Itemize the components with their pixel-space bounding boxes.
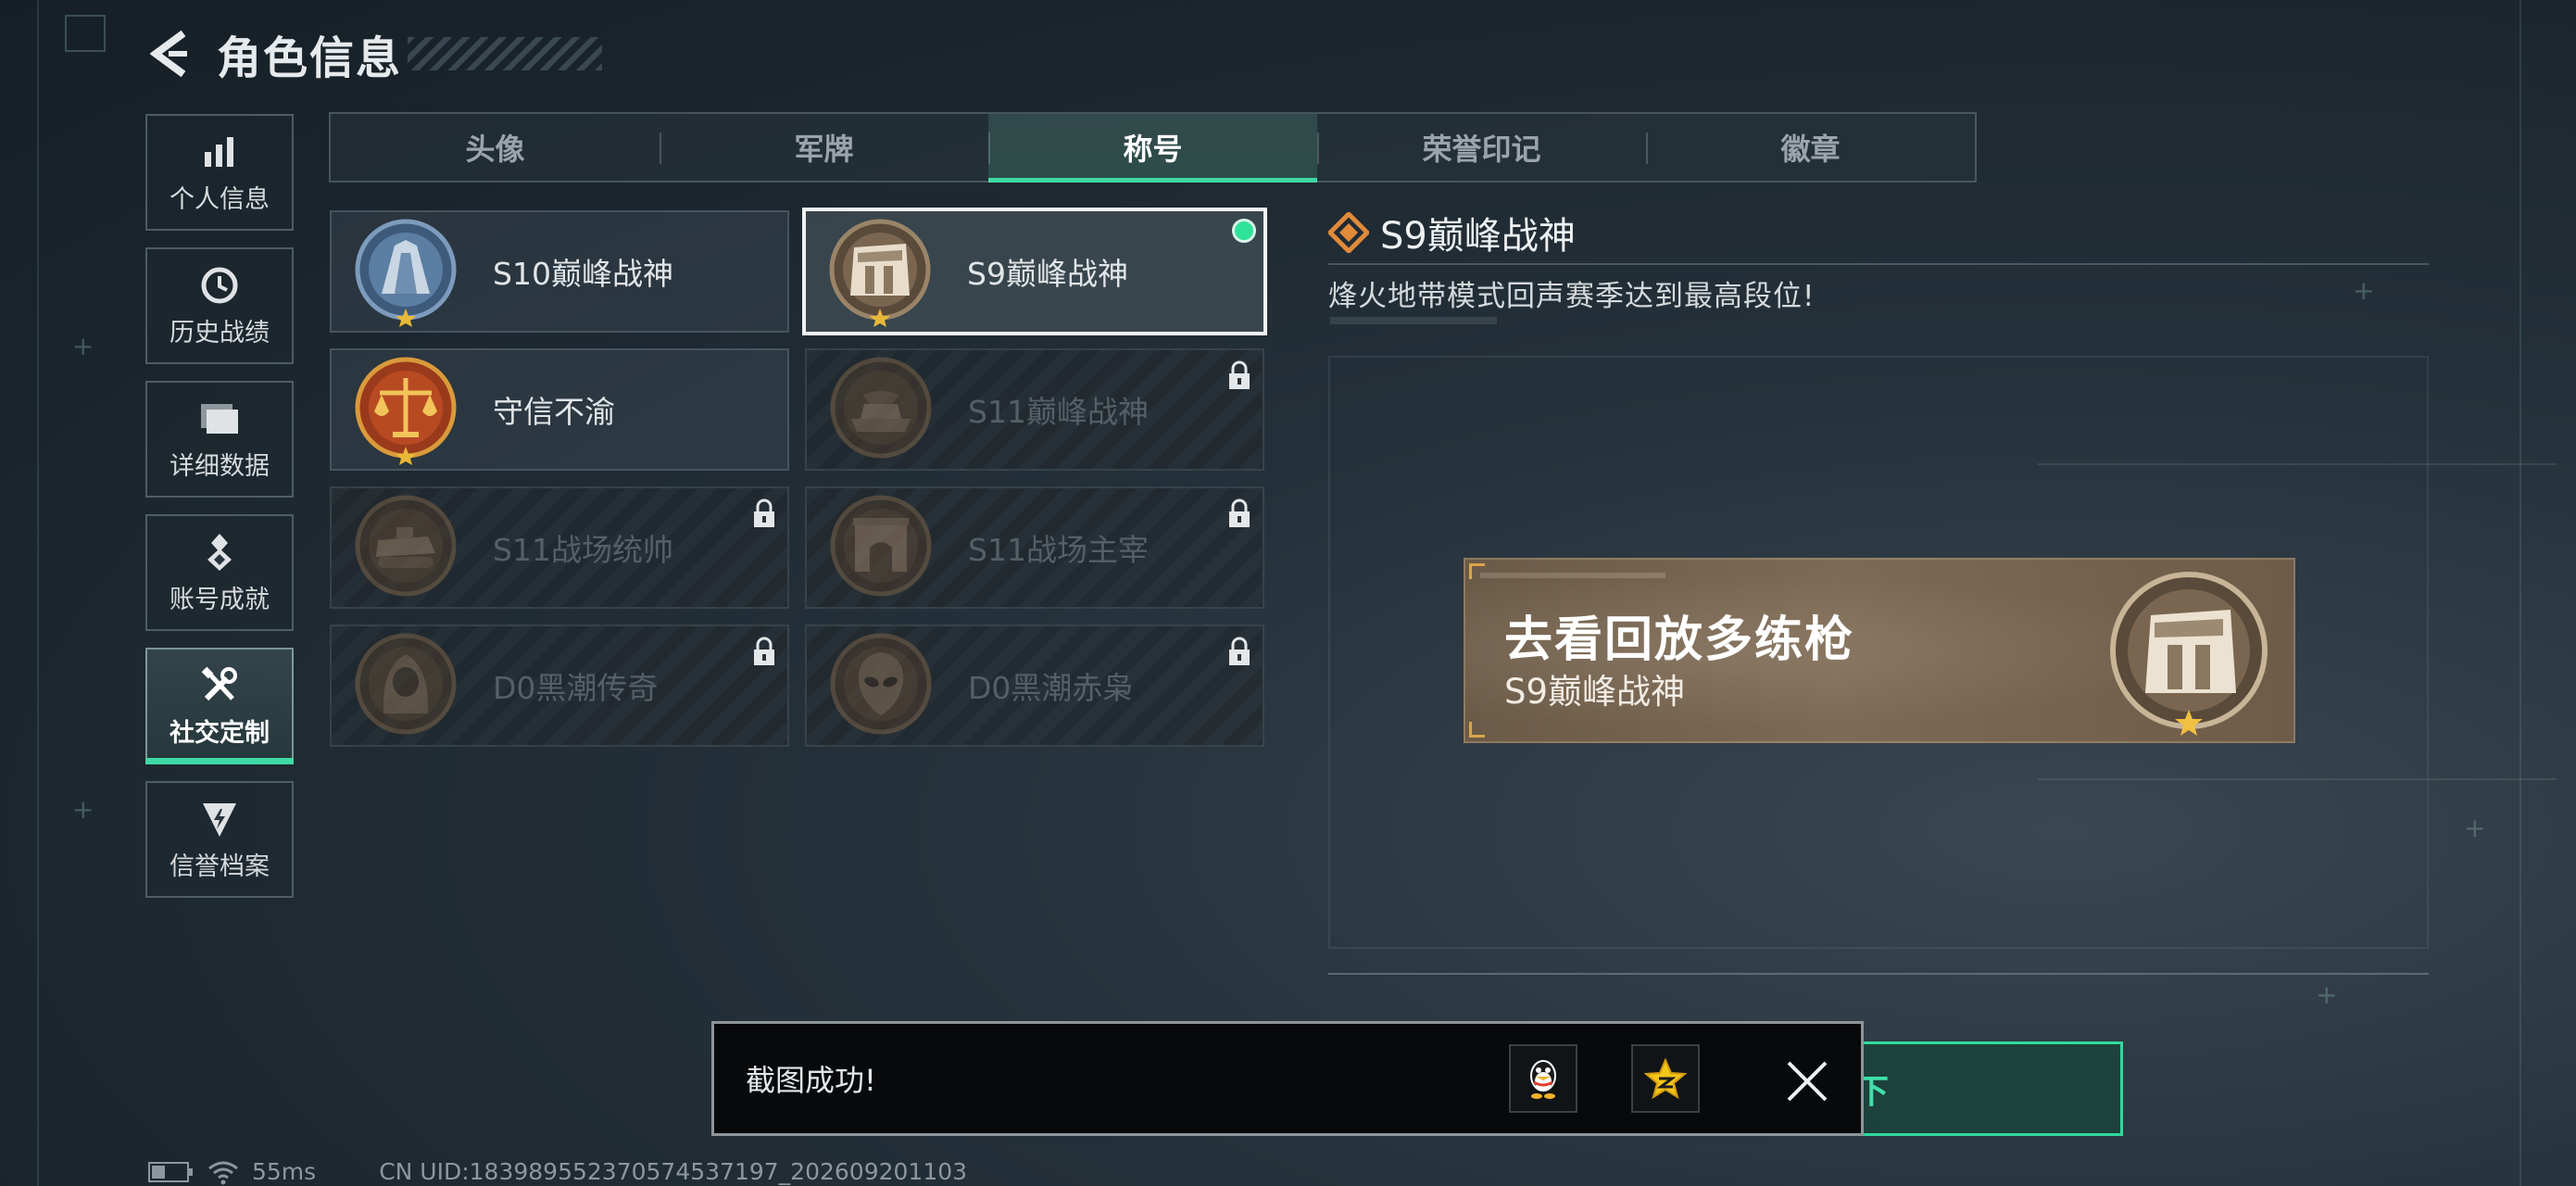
- tab-dog-tag[interactable]: 军牌: [660, 114, 988, 181]
- apc-medal-icon: [350, 492, 461, 603]
- title-name: D0黑潮赤枭: [968, 670, 1134, 706]
- sidebar-item-label: 社交定制: [170, 718, 270, 748]
- bronze-building-medal-icon: [824, 216, 936, 327]
- title-name: S9巅峰战神: [967, 256, 1128, 292]
- back-arrow-icon: [150, 30, 187, 78]
- diamond-icon: [1328, 212, 1369, 253]
- tools-icon: [198, 664, 241, 707]
- banner-corner: [1469, 722, 1485, 738]
- medal-icon: [198, 531, 241, 574]
- title-name: 守信不渝: [493, 394, 615, 430]
- decor-line: [37, 0, 39, 1186]
- tab-title[interactable]: 称号: [988, 114, 1317, 183]
- sidebar-item-label: 详细数据: [170, 451, 270, 481]
- sidebar-item-label: 历史战绩: [170, 318, 270, 347]
- tab-avatar[interactable]: 头像: [331, 114, 660, 181]
- header: 角色信息: [148, 24, 603, 84]
- decor-plus: +: [72, 794, 94, 825]
- title-card-locked[interactable]: S11巅峰战神: [805, 348, 1264, 471]
- shield-icon: [198, 798, 241, 840]
- back-button[interactable]: [148, 28, 193, 80]
- title-name: S10巅峰战神: [493, 256, 673, 292]
- sidebar-item-personal-info[interactable]: 个人信息: [145, 114, 294, 231]
- sidebar-item-label: 信誉档案: [170, 852, 270, 881]
- battery-icon: [148, 1161, 193, 1182]
- detail-description: 烽火地带模式回声赛季达到最高段位!: [1328, 280, 1816, 313]
- equipped-indicator-icon: [1232, 219, 1256, 243]
- tab-bar: 头像 军牌 称号 荣誉印记 徽章: [329, 112, 1977, 183]
- share-qq-button[interactable]: [1509, 1044, 1577, 1113]
- lock-icon: [1229, 360, 1250, 389]
- scales-medal-icon: [350, 354, 461, 465]
- decor-plus: +: [72, 331, 94, 361]
- qq-penguin-icon: [1530, 1060, 1556, 1099]
- sidebar-item-history[interactable]: 历史战绩: [145, 247, 294, 364]
- hooded-figure-medal-icon: [350, 630, 461, 741]
- lock-icon: [1229, 637, 1250, 665]
- banner-decoration: [1480, 573, 1665, 578]
- star-icon: [1644, 1058, 1687, 1099]
- title-banner-preview: 去看回放多练枪 S9巅峰战神: [1464, 558, 2295, 743]
- decor-frame: [65, 15, 106, 52]
- title-card-locked[interactable]: D0黑潮传奇: [330, 625, 789, 747]
- sidebar-item-label: 个人信息: [170, 184, 270, 214]
- faint-text-decoration: [1330, 317, 1497, 324]
- ping-value: 55ms: [252, 1158, 317, 1185]
- title-decoration: [408, 37, 603, 70]
- title-card[interactable]: 守信不渝: [330, 348, 789, 471]
- status-bar: 55ms CN UID:18398955237057453719​7_20260…: [148, 1158, 967, 1185]
- toast-message: 截图成功!: [746, 1063, 876, 1098]
- page-title: 角色信息: [217, 32, 403, 84]
- lock-icon: [1229, 498, 1250, 527]
- alien-medal-icon: [825, 630, 936, 741]
- decor-plus: +: [2464, 813, 2486, 843]
- decor-plus: +: [2316, 979, 2338, 1010]
- title-card[interactable]: S10巅峰战神: [330, 210, 789, 333]
- bar-chart-icon: [198, 131, 241, 173]
- divider: [1328, 973, 2429, 975]
- clock-icon: [198, 264, 241, 307]
- decor-line: [2519, 0, 2521, 1186]
- title-name: S11战场统帅: [493, 532, 673, 568]
- title-name: S11巅峰战神: [968, 394, 1149, 430]
- screenshot-toast: 截图成功!: [711, 1021, 1864, 1136]
- wifi-icon: [208, 1161, 238, 1184]
- sidebar-item-social-custom[interactable]: 社交定制: [145, 648, 294, 764]
- user-uid: CN UID:18398955237057453719​7_2026092011…: [379, 1158, 968, 1185]
- title-name: D0黑潮传奇: [493, 670, 659, 706]
- decor-plus: +: [2353, 275, 2375, 306]
- banner-subtitle: S9巅峰战神: [1504, 672, 1686, 712]
- sidebar-item-label: 账号成就: [170, 585, 270, 614]
- sidebar-item-achievements[interactable]: 账号成就: [145, 514, 294, 631]
- title-card-selected[interactable]: S9巅峰战神: [802, 208, 1267, 335]
- tab-honor-mark[interactable]: 荣誉印记: [1317, 114, 1646, 181]
- arch-medal-icon: [825, 492, 936, 603]
- title-card-locked[interactable]: S11战场主宰: [805, 486, 1264, 609]
- banner-corner: [1469, 563, 1485, 579]
- sidebar-item-credit-record[interactable]: 信誉档案: [145, 781, 294, 898]
- detail-title: S9巅峰战神: [1380, 215, 1576, 258]
- bronze-building-medal-icon: [2101, 569, 2277, 740]
- share-qzone-button[interactable]: [1631, 1044, 1700, 1113]
- sidebar-item-detail-data[interactable]: 详细数据: [145, 381, 294, 498]
- blue-tower-medal-icon: [350, 216, 461, 327]
- detail-header: S9巅峰战神: [1328, 206, 1576, 259]
- title-card-locked[interactable]: D0黑潮赤枭: [805, 625, 1264, 747]
- tab-badge[interactable]: 徽章: [1646, 114, 1975, 181]
- folder-icon: [198, 397, 241, 440]
- close-icon[interactable]: [1783, 1057, 1831, 1105]
- lock-icon: [754, 637, 774, 665]
- title-card-locked[interactable]: S11战场统帅: [330, 486, 789, 609]
- tank-medal-icon: [825, 354, 936, 465]
- divider: [1328, 263, 2429, 265]
- lock-icon: [754, 498, 774, 527]
- title-name: S11战场主宰: [968, 532, 1149, 568]
- banner-slogan: 去看回放多练枪: [1504, 612, 1855, 668]
